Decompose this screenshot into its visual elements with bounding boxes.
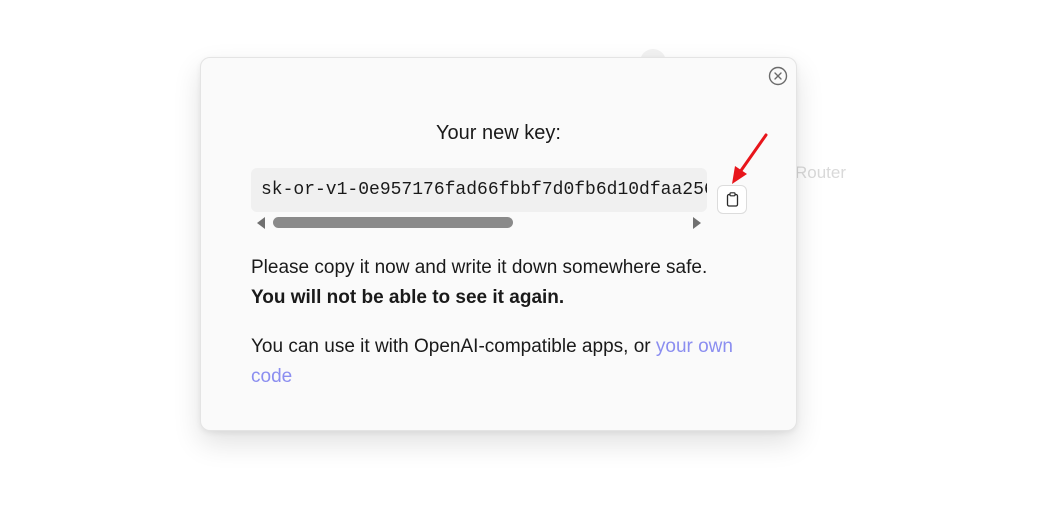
clipboard-icon: [726, 192, 739, 207]
api-key-modal: Your new key: sk-or-v1-0e957176fad66fbbf…: [200, 57, 797, 431]
modal-title: Your new key:: [436, 122, 561, 144]
scroll-right-arrow-icon[interactable]: [693, 217, 701, 229]
background-brand-text: Router: [795, 163, 847, 182]
copy-warning-normal: Please copy it now and write it down som…: [251, 257, 708, 278]
close-circle-icon: [768, 66, 788, 86]
close-button[interactable]: [768, 66, 788, 86]
scrollbar-thumb[interactable]: [273, 217, 513, 228]
usage-text: You can use it with OpenAI-compatible ap…: [251, 332, 741, 392]
api-key-field[interactable]: sk-or-v1-0e957176fad66fbbf7d0fb6d10dfaa2…: [251, 168, 707, 212]
copy-key-button[interactable]: [717, 185, 747, 214]
key-field-container: sk-or-v1-0e957176fad66fbbf7d0fb6d10dfaa2…: [251, 168, 707, 230]
copy-warning-text: Please copy it now and write it down som…: [251, 253, 741, 313]
api-key-value[interactable]: sk-or-v1-0e957176fad66fbbf7d0fb6d10dfaa2…: [261, 180, 707, 200]
scroll-left-arrow-icon[interactable]: [257, 217, 265, 229]
usage-text-normal: You can use it with OpenAI-compatible ap…: [251, 336, 656, 357]
copy-warning-bold: You will not be able to see it again.: [251, 287, 565, 308]
red-arrow-annotation-icon: [732, 133, 768, 184]
horizontal-scrollbar[interactable]: [251, 214, 707, 230]
